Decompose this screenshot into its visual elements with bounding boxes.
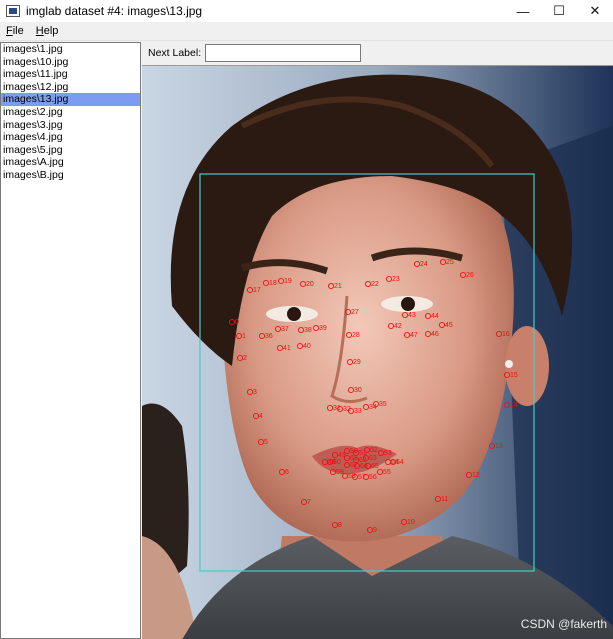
landmark-index: 56: [369, 474, 377, 481]
landmark-index: 40: [303, 343, 311, 350]
landmark-index: 17: [253, 287, 261, 294]
landmark-index: 60: [333, 459, 341, 466]
menu-help[interactable]: Help: [30, 25, 65, 37]
landmark-index: 53: [384, 450, 392, 457]
landmark-index: 1: [242, 333, 246, 340]
landmark-index: 0: [235, 319, 239, 326]
landmark-index: 45: [445, 322, 453, 329]
landmark-index: 10: [407, 519, 415, 526]
landmark-index: 33: [354, 408, 362, 415]
landmark-index: 25: [446, 259, 454, 266]
landmark-index: 47: [410, 332, 418, 339]
landmark-index: 24: [420, 261, 428, 268]
landmark-index: 46: [431, 331, 439, 338]
landmark-index: 18: [269, 280, 277, 287]
file-list-item[interactable]: images\13.jpg: [1, 93, 140, 106]
landmark-index: 55: [383, 469, 391, 476]
landmark-index: 23: [392, 276, 400, 283]
landmark-index: 39: [319, 325, 327, 332]
landmark-index: 30: [354, 387, 362, 394]
image-canvas[interactable]: 0 1 2 3 4 5 6 7 8 9 10 11 12 13 14 15 16 17 18 19 20 21 22 23 24…: [142, 65, 613, 639]
file-list-item[interactable]: images\2.jpg: [1, 106, 140, 119]
landmark-index: 43: [408, 312, 416, 319]
landmark-index: 44: [431, 313, 439, 320]
landmark-index: 37: [281, 326, 289, 333]
landmark-index: 59: [336, 469, 344, 476]
landmark-index: 11: [441, 496, 448, 503]
photo-view[interactable]: 0123456789101112131415161718 19 20 21 222324…: [142, 66, 613, 639]
menu-file-label: ile: [12, 25, 24, 37]
next-label-input[interactable]: [205, 44, 362, 62]
menu-help-label: elp: [43, 25, 59, 37]
menu-file-hotkey: F: [6, 25, 13, 37]
landmark-index: 4: [259, 413, 263, 420]
landmark-index: 5: [264, 439, 268, 446]
app-icon: [6, 5, 20, 17]
landmark-index: 8: [338, 522, 342, 529]
menu-help-hotkey: H: [35, 25, 44, 37]
left-pupil: [287, 307, 301, 321]
landmark-index: 67: [350, 462, 358, 469]
file-list-item[interactable]: images\B.jpg: [1, 169, 140, 182]
menu-file[interactable]: File: [0, 25, 30, 37]
landmark-index: 66: [360, 463, 368, 470]
landmark-index: 3: [253, 389, 257, 396]
landmark-index: 38: [304, 327, 312, 334]
title-bar: imglab dataset #4: images\13.jpg — ☐ ✕: [0, 0, 613, 22]
landmark-index: 57: [358, 474, 366, 481]
landmark-index: 42: [394, 323, 402, 330]
landmark-index: 12: [472, 472, 480, 479]
landmark-index: 14: [510, 402, 518, 409]
landmark-index: 35: [379, 401, 387, 408]
maximize-button[interactable]: ☐: [541, 0, 577, 22]
landmark-index: 28: [352, 332, 360, 339]
landmark-index: 20: [306, 281, 314, 288]
file-list-item[interactable]: images\10.jpg: [1, 56, 140, 69]
menu-bar: File Help: [0, 22, 613, 41]
right-pupil: [401, 297, 415, 311]
landmark-index: 58: [348, 473, 356, 480]
landmark-index: 15: [510, 372, 518, 379]
landmark-index: 2: [243, 355, 247, 362]
landmark-index: 65: [371, 463, 379, 470]
landmark-index: 26: [466, 272, 474, 279]
landmark-index: 22: [371, 281, 379, 288]
file-list[interactable]: images\1.jpg images\10.jpg images\11.jpg im…: [0, 42, 141, 639]
file-list-item[interactable]: images\5.jpg: [1, 144, 140, 157]
landmark-index: 6: [285, 469, 289, 476]
next-label-caption: Next Label:: [148, 47, 202, 59]
file-list-item[interactable]: images\3.jpg: [1, 119, 140, 132]
landmark-index: 36: [265, 333, 273, 340]
minimize-button[interactable]: —: [505, 0, 541, 22]
landmark-index: 21: [334, 283, 342, 290]
landmark-index: 51: [359, 450, 367, 457]
window-title: imglab dataset #4: images\13.jpg: [26, 4, 203, 18]
watermark: CSDN @fakerth: [520, 617, 607, 631]
file-list-item[interactable]: images\1.jpg: [1, 43, 140, 56]
earring: [505, 360, 513, 368]
landmark-index: 7: [307, 499, 311, 506]
landmark-index: 16: [502, 331, 510, 338]
landmark-index: 34: [369, 404, 377, 411]
landmark-index: 52: [370, 447, 378, 454]
landmark-index: 41: [283, 345, 291, 352]
landmark-index: 64: [391, 459, 399, 466]
landmark-index: 63: [369, 455, 377, 462]
file-list-item[interactable]: images\12.jpg: [1, 81, 140, 94]
file-list-item[interactable]: images\11.jpg: [1, 68, 140, 81]
file-list-item[interactable]: images\4.jpg: [1, 131, 140, 144]
landmark-index: 32: [343, 406, 351, 413]
landmark-index: 9: [373, 527, 377, 534]
close-button[interactable]: ✕: [577, 0, 613, 22]
file-list-item[interactable]: images\A.jpg: [1, 156, 140, 169]
label-toolbar: Next Label:: [142, 42, 613, 64]
landmark-index: 29: [353, 359, 361, 366]
window-controls: — ☐ ✕: [505, 0, 613, 22]
landmark-index: 27: [351, 309, 359, 316]
landmark-index: 19: [284, 278, 292, 285]
landmark-index: 13: [495, 443, 503, 450]
